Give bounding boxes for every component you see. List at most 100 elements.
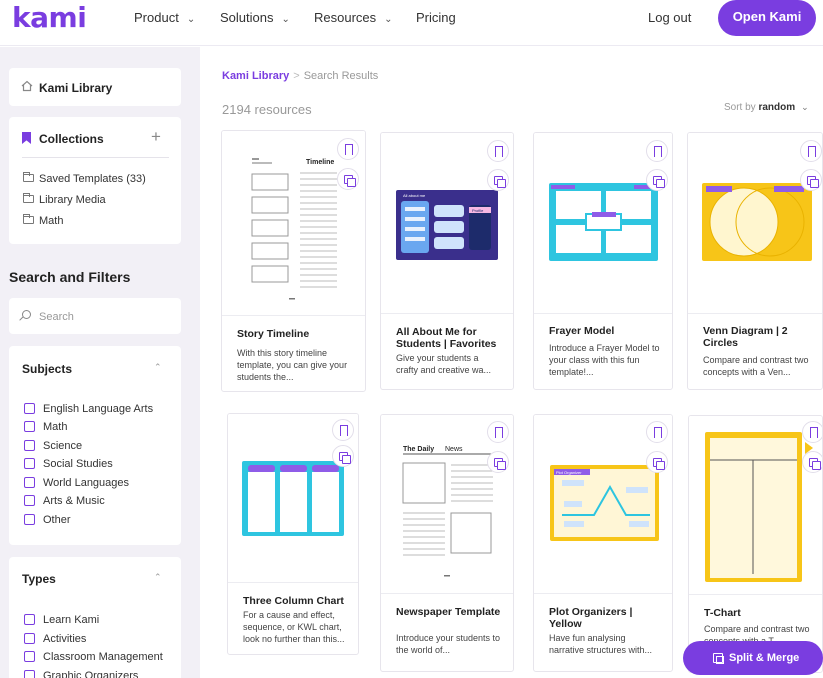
nav-resources[interactable]: Resources ⌄ bbox=[314, 10, 393, 25]
types-panel: Types ⌃ Learn Kami Activities Classroom … bbox=[9, 557, 181, 678]
save-to-collection-button[interactable] bbox=[800, 140, 822, 162]
kami-logo[interactable]: kami bbox=[12, 1, 87, 34]
nav-solutions[interactable]: Solutions ⌄ bbox=[220, 10, 290, 25]
checkbox[interactable] bbox=[24, 633, 35, 644]
duplicate-button[interactable] bbox=[646, 169, 668, 191]
duplicate-icon bbox=[653, 176, 665, 188]
resource-card[interactable]: Frayer Model Introduce a Frayer Model to… bbox=[533, 132, 673, 390]
checkbox[interactable] bbox=[24, 458, 35, 469]
card-thumbnail: Plot Organizer bbox=[534, 415, 672, 595]
collections-title: Collections bbox=[39, 132, 104, 146]
card-description: For a cause and effect, sequence, or KWL… bbox=[243, 610, 345, 644]
type-filter[interactable]: Activities bbox=[24, 633, 86, 645]
split-merge-button[interactable]: Split & Merge bbox=[683, 641, 823, 675]
resource-card[interactable]: Three Column Chart For a cause and effec… bbox=[227, 413, 359, 655]
card-info: Plot Organizers | Yellow Have fun analys… bbox=[534, 593, 672, 671]
card-description: Introduce your students to the world of.… bbox=[396, 633, 501, 655]
open-kami-button[interactable]: Open Kami bbox=[718, 0, 816, 36]
subject-filter[interactable]: Arts & Music bbox=[24, 495, 105, 507]
search-input[interactable]: Search bbox=[9, 298, 181, 334]
types-title[interactable]: Types bbox=[22, 572, 56, 586]
type-filter[interactable]: Learn Kami bbox=[24, 614, 99, 626]
checkbox[interactable] bbox=[24, 421, 35, 432]
filter-label: Science bbox=[43, 440, 83, 452]
filter-label: Graphic Organizers bbox=[43, 670, 139, 678]
resource-card[interactable]: All about me Profile All About Me for St… bbox=[380, 132, 514, 390]
folder-icon bbox=[23, 193, 34, 203]
folder-item[interactable]: Saved Templates (33) bbox=[23, 172, 146, 185]
chevron-down-icon: ⌄ bbox=[384, 14, 393, 25]
save-to-collection-button[interactable] bbox=[332, 419, 354, 441]
sort-value: random bbox=[758, 102, 796, 113]
duplicate-icon bbox=[809, 458, 821, 470]
folder-item[interactable]: Library Media bbox=[23, 193, 106, 206]
duplicate-button[interactable] bbox=[800, 169, 822, 191]
subject-filter[interactable]: Science bbox=[24, 440, 82, 452]
kami-library-link[interactable]: Kami Library bbox=[9, 68, 181, 106]
nav-product[interactable]: Product ⌄ bbox=[134, 10, 195, 25]
nav-pricing[interactable]: Pricing bbox=[416, 10, 456, 25]
folder-label: Saved Templates (33) bbox=[39, 173, 146, 185]
nav-pricing-label: Pricing bbox=[416, 10, 456, 25]
checkbox[interactable] bbox=[24, 403, 35, 414]
search-filters-title: Search and Filters bbox=[9, 269, 131, 285]
type-filter[interactable]: Graphic Organizers bbox=[24, 670, 138, 678]
folder-label: Library Media bbox=[39, 194, 106, 206]
resource-card[interactable]: T-Chart Compare and contrast two concept… bbox=[688, 415, 823, 673]
card-info: Three Column Chart For a cause and effec… bbox=[228, 582, 358, 654]
save-to-collection-button[interactable] bbox=[487, 421, 509, 443]
card-title: Frayer Model bbox=[549, 325, 615, 337]
checkbox[interactable] bbox=[24, 670, 35, 678]
chevron-up-icon[interactable]: ⌃ bbox=[154, 362, 162, 373]
duplicate-button[interactable] bbox=[487, 451, 509, 473]
duplicate-button[interactable] bbox=[487, 169, 509, 191]
filter-label: World Languages bbox=[43, 477, 130, 489]
subject-filter[interactable]: Math bbox=[24, 421, 67, 433]
resource-card[interactable]: The Daily News Newspaper Template Introd… bbox=[380, 414, 514, 672]
subject-filter[interactable]: Other bbox=[24, 514, 71, 526]
filter-label: Classroom Management bbox=[43, 651, 163, 663]
duplicate-icon bbox=[653, 458, 665, 470]
duplicate-button[interactable] bbox=[802, 451, 822, 473]
subject-filter[interactable]: English Language Arts bbox=[24, 403, 153, 415]
resource-card[interactable]: Timeline Story Timeline With this story … bbox=[221, 130, 366, 392]
save-to-collection-button[interactable] bbox=[487, 140, 509, 162]
checkbox[interactable] bbox=[24, 477, 35, 488]
save-to-collection-button[interactable] bbox=[802, 421, 822, 443]
bookmark-icon bbox=[22, 132, 31, 144]
breadcrumb-root[interactable]: Kami Library bbox=[222, 70, 289, 82]
chevron-up-icon[interactable]: ⌃ bbox=[154, 572, 162, 583]
duplicate-button[interactable] bbox=[332, 445, 354, 467]
sort-dropdown[interactable]: Sort by random ⌄ bbox=[724, 102, 809, 113]
duplicate-button[interactable] bbox=[337, 168, 359, 190]
log-out-link[interactable]: Log out bbox=[648, 10, 691, 25]
folder-item[interactable]: Math bbox=[23, 214, 63, 227]
subjects-title[interactable]: Subjects bbox=[22, 362, 72, 376]
resource-card[interactable]: Venn Diagram | 2 Circles Compare and con… bbox=[687, 132, 823, 390]
checkbox[interactable] bbox=[24, 651, 35, 662]
checkbox[interactable] bbox=[24, 495, 35, 506]
type-filter[interactable]: Classroom Management bbox=[24, 651, 163, 663]
card-info: All About Me for Students | Favorites Gi… bbox=[381, 313, 513, 389]
filter-label: Math bbox=[43, 421, 68, 433]
card-title: Plot Organizers | Yellow bbox=[549, 606, 633, 630]
subject-filter[interactable]: World Languages bbox=[24, 477, 129, 489]
checkbox[interactable] bbox=[24, 614, 35, 625]
card-title: Venn Diagram | 2 Circles bbox=[703, 325, 788, 349]
bookmark-icon bbox=[654, 146, 662, 160]
checkbox[interactable] bbox=[24, 440, 35, 451]
duplicate-button[interactable] bbox=[646, 451, 668, 473]
add-collection-icon[interactable]: + bbox=[151, 127, 161, 147]
card-info: Newspaper Template Introduce your studen… bbox=[381, 593, 513, 671]
subject-filter[interactable]: Social Studies bbox=[24, 458, 113, 470]
resource-card[interactable]: Plot Organizer Plot Organizers | Yellow … bbox=[533, 414, 673, 672]
save-to-collection-button[interactable] bbox=[646, 421, 668, 443]
filter-label: Social Studies bbox=[43, 458, 113, 470]
checkbox[interactable] bbox=[24, 514, 35, 525]
home-icon bbox=[21, 80, 33, 92]
save-to-collection-button[interactable] bbox=[337, 138, 359, 160]
duplicate-icon bbox=[339, 452, 351, 464]
search-icon bbox=[22, 310, 31, 319]
save-to-collection-button[interactable] bbox=[646, 140, 668, 162]
duplicate-icon bbox=[344, 175, 356, 187]
